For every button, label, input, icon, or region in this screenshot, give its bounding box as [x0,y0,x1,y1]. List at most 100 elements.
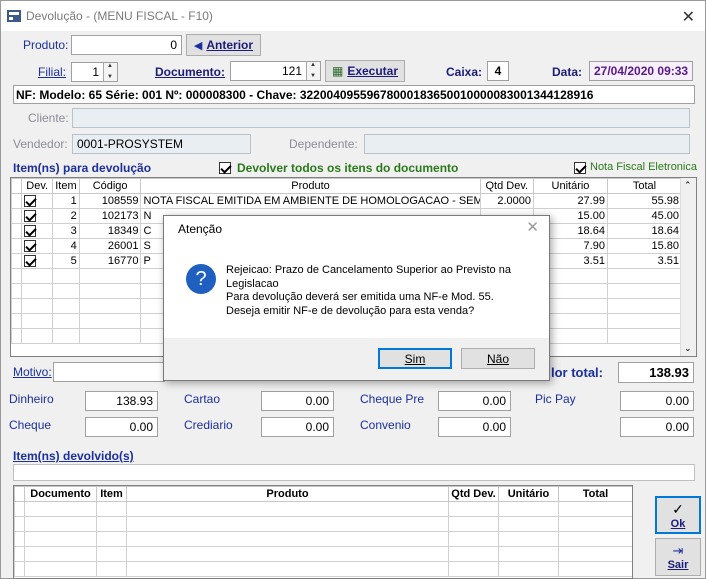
scroll-down-icon[interactable]: ⌄ [684,343,692,354]
cell-dev[interactable] [21,328,54,344]
cartao-label: Cartao [184,392,221,406]
produto-label: Produto: [23,38,69,52]
cell-ind [11,313,23,329]
table-row[interactable] [14,561,632,577]
dialog-message: Rejeicao: Prazo de Cancelamento Superior… [226,264,538,318]
filial-spinner[interactable] [103,63,117,81]
dev-checkbox[interactable] [24,210,37,223]
dialog-close-icon[interactable]: ✕ [526,218,539,236]
table-row[interactable] [14,531,632,547]
col-documento[interactable]: Documento [24,486,97,502]
dev-checkbox[interactable] [24,195,37,208]
table-cell [558,501,632,517]
col-total[interactable]: Total [606,178,683,194]
dev-checkbox[interactable] [24,255,37,268]
col-unitario[interactable]: Unitário [498,486,559,502]
data-label: Data: [552,65,583,79]
cell-dev[interactable] [21,313,54,329]
documento-spinner[interactable] [306,62,320,80]
message-line: Para devolução deverá ser emitida uma NF… [226,291,494,303]
table-cell [558,516,632,532]
cliente-field[interactable] [72,108,690,128]
filial-input[interactable]: 1 [71,62,118,82]
cell-ind [11,193,23,209]
cell-dev[interactable] [21,208,54,224]
nota-fiscal-checkbox[interactable] [574,160,586,174]
table-cell [498,516,559,532]
devolver-todos-checkbox[interactable] [219,160,231,174]
table-row[interactable] [14,546,632,562]
convenio-input[interactable]: 0.00 [438,417,511,437]
table-cell [498,546,559,562]
nao-button[interactable]: Não [461,348,535,369]
anterior-button[interactable]: ◀ Anterior [186,34,261,56]
table-cell [96,546,127,562]
table-row[interactable] [14,516,632,532]
dev-checkbox[interactable] [24,225,37,238]
dev-checkbox[interactable] [24,240,37,253]
motivo-label: Motivo: [13,365,52,379]
table-cell [126,516,449,532]
crediario-input[interactable]: 0.00 [261,417,334,437]
caixa-label: Caixa: [446,65,483,79]
sim-button[interactable]: Sim [378,348,452,369]
dependente-field[interactable] [364,134,690,154]
devolver-todos-check[interactable] [219,161,231,174]
valor-total-label: lor total: [551,365,603,380]
vendedor-field[interactable]: 0001-PROSYSTEM [72,134,251,154]
message-line: Legislacao [226,277,279,290]
produto-input[interactable]: 0 [71,35,182,55]
table-cell [558,546,632,562]
col-produto[interactable]: Produto [126,486,449,502]
nota-fiscal-check[interactable] [574,161,586,174]
cartao-input[interactable]: 0.00 [261,391,334,411]
col-produto[interactable]: Produto [140,178,481,194]
motivo-input[interactable] [53,362,165,382]
cheque-input[interactable]: 0.00 [85,417,158,437]
cell-dev[interactable] [21,283,54,299]
cell-item [52,313,80,329]
col-dev[interactable]: Dev. [21,178,54,194]
col-unitario[interactable]: Unitário [532,178,608,194]
cell-dev[interactable] [21,298,54,314]
extra-payment-input[interactable]: 0.00 [620,417,694,437]
cell-dev[interactable] [21,238,54,254]
dinheiro-label: Dinheiro [9,392,54,406]
cell-total [606,268,683,284]
col-codigo[interactable]: Código [78,178,142,194]
documento-label: Documento: [155,65,225,79]
col-total[interactable]: Total [558,486,632,502]
executar-button[interactable]: ▦ Executar [325,60,405,82]
close-icon[interactable]: ✕ [682,7,695,27]
arrow-left-icon: ◀ [193,39,203,52]
table-cell [14,501,25,517]
cell-dev[interactable] [21,268,54,284]
ok-button[interactable]: ✓ Ok [655,496,701,534]
cell-dev[interactable] [21,253,54,269]
cell-codigo: 18349 [78,223,142,239]
cell-ind [11,253,23,269]
devolvidos-grid[interactable]: Documento Item Produto Qtd Dev. Unitário… [13,485,633,579]
table-row[interactable] [14,501,632,517]
scroll-up-icon[interactable]: ⌃ [684,180,692,191]
sair-button[interactable]: ⇥ Sair [655,538,701,576]
documento-input[interactable]: 121 [230,61,321,81]
atencao-dialog: Atenção ✕ ? Rejeicao: Prazo de Cancelame… [163,215,550,381]
cell-codigo [78,328,142,344]
col-item[interactable]: Item [52,178,80,194]
cheque-pre-input[interactable]: 0.00 [438,391,511,411]
table-cell [448,561,499,577]
col-qtd-dev[interactable]: Qtd Dev. [448,486,499,502]
cell-dev[interactable] [21,193,54,209]
dinheiro-input[interactable]: 138.93 [85,391,158,411]
col-item[interactable]: Item [96,486,127,502]
pic-pay-input[interactable]: 0.00 [620,391,694,411]
table-row[interactable]: 1 108559 NOTA FISCAL EMITIDA EM AMBIENTE D… [11,193,683,209]
cell-ind [11,298,23,314]
row-indicator-header [14,486,25,502]
items-scrollbar[interactable]: ⌃ ⌄ [680,178,696,356]
cell-item: 3 [52,223,80,239]
message-line: Rejeicao: Prazo de Cancelamento Superior… [226,264,511,276]
col-qtd-dev[interactable]: Qtd Dev. [479,178,534,194]
cell-dev[interactable] [21,223,54,239]
